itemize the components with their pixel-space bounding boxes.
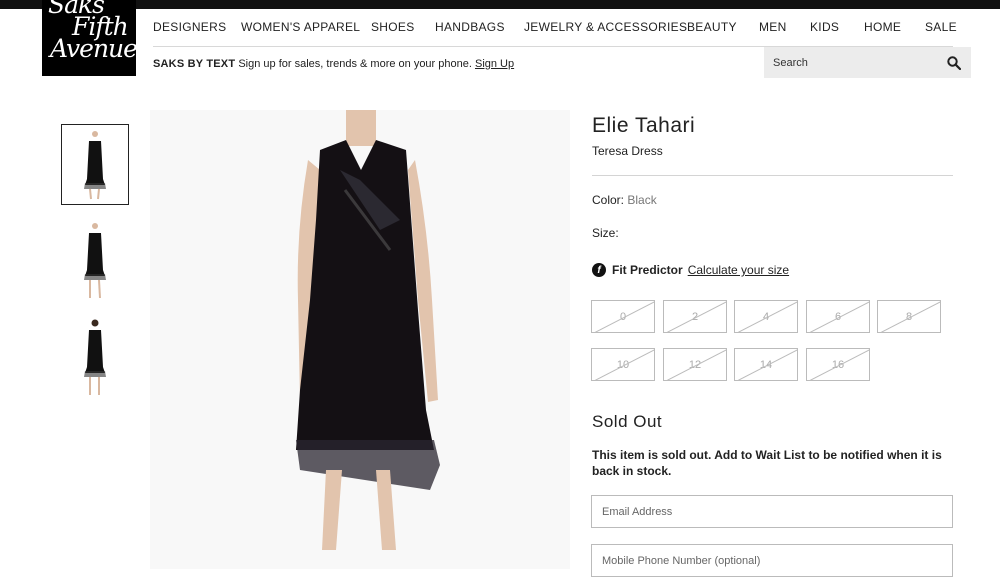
phone-field[interactable] — [591, 544, 953, 577]
saks-logo[interactable]: Saks Fifth Avenue — [42, 0, 136, 76]
nav-kids[interactable]: KIDS — [810, 20, 839, 34]
sold-out-message: This item is sold out. Add to Wait List … — [592, 448, 942, 478]
thumbnail-front[interactable] — [61, 124, 129, 205]
sold-out-title: Sold Out — [592, 412, 663, 431]
calculate-size-link[interactable]: Calculate your size — [688, 263, 789, 277]
size-option[interactable]: 0 — [591, 300, 655, 333]
dress-image — [296, 110, 440, 550]
email-field[interactable] — [591, 495, 953, 528]
nav-jewelry-accessories[interactable]: JEWELRY & ACCESSORIES — [524, 20, 687, 34]
size-option[interactable]: 4 — [734, 300, 798, 333]
saks-by-text-label: SAKS BY TEXT — [153, 58, 236, 70]
color-label: Color: — [592, 193, 625, 207]
product-brand[interactable]: Elie Tahari — [592, 114, 695, 138]
search-box — [764, 47, 971, 78]
saks-by-text-promo: SAKS BY TEXT Sign up for sales, trends &… — [153, 58, 514, 70]
fit-predictor-label: Fit Predictor — [612, 263, 683, 277]
nav-beauty[interactable]: BEAUTY — [687, 20, 737, 34]
dress-thumbnail-image — [84, 222, 106, 298]
nav-handbags[interactable]: HANDBAGS — [435, 20, 505, 34]
sign-up-link[interactable]: Sign Up — [475, 58, 514, 70]
search-input[interactable] — [764, 47, 939, 78]
main-nav: DESIGNERS WOMEN'S APPAREL SHOES HANDBAGS… — [153, 20, 957, 47]
thumbnail-full-length[interactable] — [61, 220, 129, 301]
size-option[interactable]: 10 — [591, 348, 655, 381]
nav-shoes[interactable]: SHOES — [371, 20, 415, 34]
saks-by-text-message: Sign up for sales, trends & more on your… — [235, 58, 475, 70]
product-name: Teresa Dress — [592, 144, 663, 158]
size-option[interactable]: 6 — [806, 300, 870, 333]
search-icon[interactable] — [947, 56, 961, 70]
size-option[interactable]: 14 — [734, 348, 798, 381]
color-value: Black — [627, 193, 657, 207]
nav-men[interactable]: MEN — [759, 20, 787, 34]
nav-womens-apparel[interactable]: WOMEN'S APPAREL — [241, 20, 360, 34]
thumbnail-back[interactable] — [61, 317, 129, 398]
logo-line: Avenue — [50, 34, 136, 63]
size-option[interactable]: 8 — [877, 300, 941, 333]
dress-thumbnail-image — [84, 319, 106, 395]
fit-predictor: f Fit Predictor Calculate your size — [592, 263, 789, 277]
size-label: Size: — [592, 226, 619, 240]
size-option[interactable]: 12 — [663, 348, 727, 381]
nav-designers[interactable]: DESIGNERS — [153, 20, 226, 34]
color-row: Color: Black — [592, 193, 657, 207]
nav-home[interactable]: HOME — [864, 20, 901, 34]
main-product-image[interactable] — [150, 110, 570, 569]
fit-predictor-icon: f — [592, 263, 606, 277]
dress-thumbnail-image — [84, 130, 106, 199]
top-utility-bar — [0, 0, 1000, 9]
divider — [592, 175, 953, 176]
nav-sale[interactable]: SALE — [925, 20, 957, 34]
size-option[interactable]: 16 — [806, 348, 870, 381]
size-option[interactable]: 2 — [663, 300, 727, 333]
